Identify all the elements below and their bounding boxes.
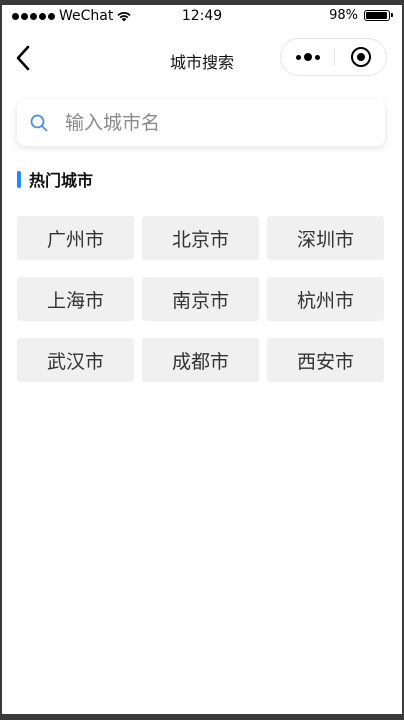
city-button-shanghai[interactable]: 上海市 [17,277,134,321]
city-button-beijing[interactable]: 北京市 [142,216,259,260]
city-button-guangzhou[interactable]: 广州市 [17,216,134,260]
section-title: 热门城市 [29,171,94,190]
section-accent-bar [17,170,21,188]
battery-icon [364,10,393,21]
more-menu-button[interactable] [281,39,334,75]
close-mini-program-button[interactable] [335,39,386,75]
more-dots-icon [295,53,320,61]
status-bar: WeChat 12:49 98% [2,5,402,29]
city-button-nanjing[interactable]: 南京市 [142,277,259,321]
city-button-hangzhou[interactable]: 杭州市 [267,277,384,321]
city-button-shenzhen[interactable]: 深圳市 [267,216,384,260]
nav-bar: 城市搜索 [2,29,402,89]
hot-cities-grid: 广州市 北京市 深圳市 上海市 南京市 杭州市 武汉市 成都市 西安市 [17,216,385,382]
status-right: 98% [329,8,393,23]
mini-program-capsule [280,38,387,76]
hot-cities-header: 热门城市 [17,170,94,190]
target-icon [350,47,371,67]
search-icon [30,114,48,132]
search-input[interactable] [63,111,367,135]
phone-screen: WeChat 12:49 98% 城市搜索 输入城市名 热门城市 广州市 北京市… [2,5,402,714]
search-box[interactable] [17,100,385,146]
city-button-chengdu[interactable]: 成都市 [142,338,259,382]
city-button-xian[interactable]: 西安市 [267,338,384,382]
battery-percent: 98% [329,8,358,23]
city-button-wuhan[interactable]: 武汉市 [17,338,134,382]
